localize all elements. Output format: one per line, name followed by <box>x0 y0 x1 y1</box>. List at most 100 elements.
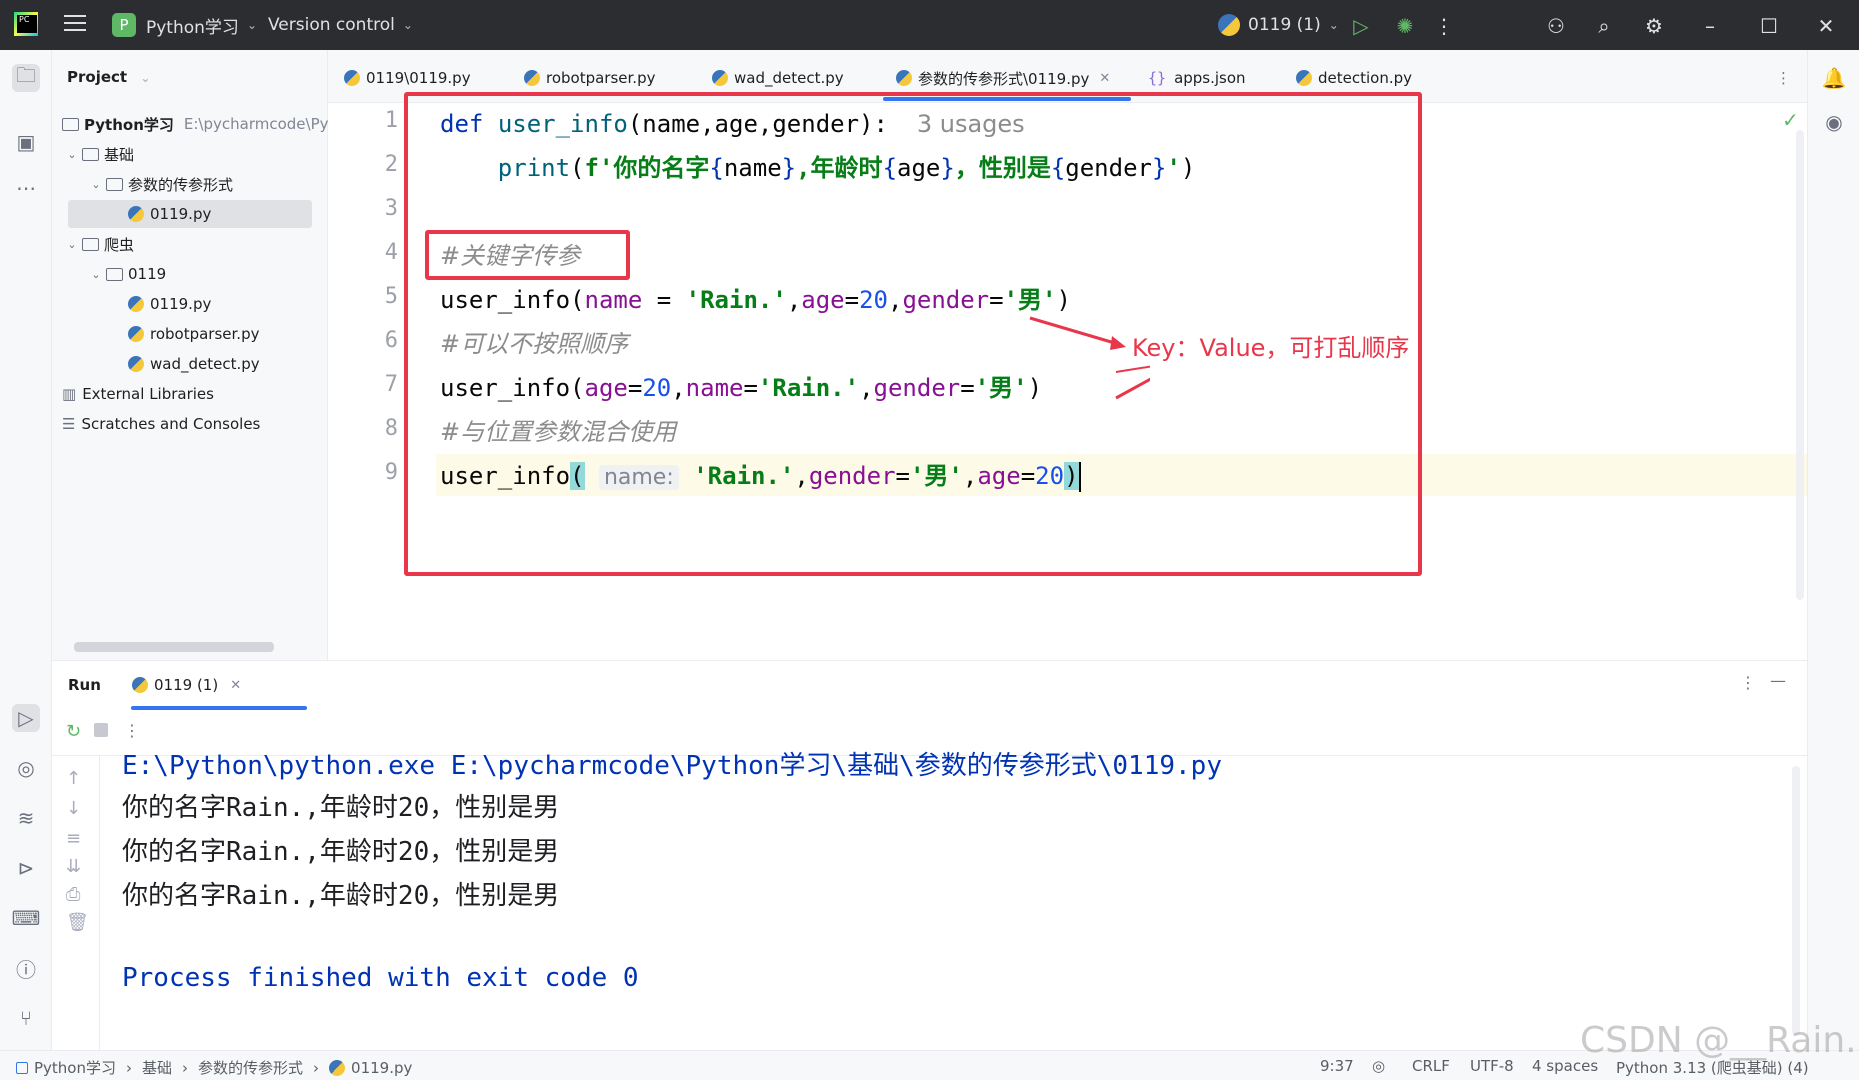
chevron-down-icon: ⌄ <box>1328 18 1339 32</box>
tree-item-robotparser[interactable]: robotparser.py <box>128 320 259 348</box>
add-user-icon[interactable]: ⚇ <box>1542 12 1570 40</box>
ai-assistant-icon[interactable]: ◉ <box>1820 108 1848 136</box>
cursor-position[interactable]: 9:37 <box>1320 1057 1354 1075</box>
run-tool-icon[interactable]: ▷ <box>12 704 40 732</box>
maximize-icon[interactable]: ☐ <box>1755 12 1783 40</box>
tree-item-0119-folder[interactable]: ⌄ 0119 <box>86 260 166 288</box>
line-number: 1 <box>384 108 398 133</box>
tab-wad-detect[interactable]: wad_detect.py <box>712 64 844 92</box>
tree-item-wad-detect[interactable]: wad_detect.py <box>128 350 260 378</box>
breadcrumb-item[interactable]: 0119.py <box>351 1059 412 1077</box>
tab-apps-json[interactable]: {} apps.json <box>1148 64 1246 92</box>
more-icon[interactable]: ⋮ <box>124 721 140 740</box>
run-tab-underline <box>131 706 307 710</box>
console-exit-message: Process finished with exit code 0 <box>122 963 639 993</box>
python-console-icon[interactable]: ◎ <box>12 754 40 782</box>
scroll-to-end-icon[interactable]: ⇊ <box>66 856 81 877</box>
chevron-down-icon: ⌄ <box>402 18 413 32</box>
more-icon[interactable]: ⋮ <box>1430 12 1458 40</box>
run-config-selector[interactable]: 0119 (1) ⌄ <box>1218 0 1339 50</box>
arrow-up-icon[interactable]: ↑ <box>66 768 81 789</box>
python-file-icon <box>128 296 144 312</box>
run-panel-title: Run <box>68 676 101 694</box>
tree-item-pachong[interactable]: ⌄ 爬虫 <box>62 230 134 258</box>
tree-item-0119-selected[interactable]: 0119.py <box>68 200 312 228</box>
chevron-down-icon: ⌄ <box>67 147 77 161</box>
console-scrollbar[interactable] <box>1792 766 1800 1036</box>
json-file-icon: {} <box>1148 69 1167 87</box>
editor-scrollbar[interactable] <box>1796 130 1804 600</box>
structure-icon[interactable]: ▣ <box>12 128 40 156</box>
tree-root[interactable]: Python学习 E:\pycharmcode\Pytl <box>62 110 339 138</box>
more-icon[interactable]: ⋮ <box>1740 673 1756 692</box>
hide-panel-icon[interactable]: — <box>1770 671 1786 690</box>
notifications-bell-icon[interactable]: 🔔 <box>1820 64 1848 92</box>
rerun-icon[interactable]: ↻ <box>66 721 81 742</box>
file-encoding[interactable]: UTF-8 <box>1470 1057 1514 1075</box>
line-separator[interactable]: CRLF <box>1412 1057 1450 1075</box>
python-file-icon <box>896 70 912 86</box>
right-tool-strip: 🔔 ◉ <box>1807 50 1859 1050</box>
stop-icon[interactable] <box>94 723 108 737</box>
tab-params-0119-active[interactable]: 参数的传参形式\0119.py ✕ <box>896 64 1110 92</box>
tab-detection[interactable]: detection.py <box>1296 64 1412 92</box>
inspection-ok-check-icon[interactable]: ✓ <box>1782 108 1799 132</box>
breadcrumb-item[interactable]: 参数的传参形式 <box>198 1057 303 1078</box>
annotation-arrows <box>1029 316 1150 400</box>
tree-root-path: E:\pycharmcode\Pytl <box>183 115 339 133</box>
main-menu-icon[interactable] <box>64 15 86 33</box>
line-number: 4 <box>384 240 398 265</box>
console-output-line: 你的名字Rain.,年龄时20，性别是男 <box>122 837 560 867</box>
run-panel: Run 0119 (1) ✕ ⋮ — ↻ ⋮ ↑ ↓ ≡ ⇊ ⎙ 🗑 E:\Py… <box>52 660 1807 1051</box>
vcs-selector[interactable]: Version control ⌄ <box>268 0 413 50</box>
line-number: 3 <box>384 196 398 221</box>
line-number: 9 <box>384 460 398 485</box>
line-number: 6 <box>384 328 398 353</box>
terminal-icon[interactable]: ⌨ <box>12 904 41 932</box>
project-selector[interactable]: P Python学习 ⌄ <box>112 0 257 50</box>
git-branch-icon[interactable]: ⑂ <box>12 1004 40 1032</box>
scratches-icon: ☰ <box>62 415 76 433</box>
run-tab[interactable]: 0119 (1) ✕ <box>132 676 241 694</box>
arrow-down-icon[interactable]: ↓ <box>66 798 81 819</box>
search-icon[interactable]: ⌕ <box>1590 12 1618 40</box>
horizontal-scrollbar[interactable] <box>74 642 274 652</box>
ai-status-icon[interactable]: ◎ <box>1372 1057 1385 1075</box>
tree-item-0119-py[interactable]: 0119.py <box>128 290 211 318</box>
tabs-more-icon[interactable]: ⋮ <box>1776 64 1791 92</box>
library-icon: ▥ <box>62 385 77 403</box>
tree-item-params-folder[interactable]: ⌄ 参数的传参形式 <box>86 170 233 198</box>
tab-robotparser[interactable]: robotparser.py <box>524 64 655 92</box>
tree-item-scratches[interactable]: ☰ Scratches and Consoles <box>62 410 260 438</box>
line-number: 7 <box>384 372 398 397</box>
close-tab-icon[interactable]: ✕ <box>230 678 241 693</box>
module-icon <box>16 1061 28 1074</box>
debug-icon[interactable]: ✺ <box>1391 12 1419 40</box>
project-panel-header[interactable]: Project ⌄ <box>67 68 150 86</box>
python-file-icon <box>132 677 148 693</box>
line-number: 5 <box>384 284 398 309</box>
problems-icon[interactable]: ⓘ <box>12 954 40 982</box>
close-window-icon[interactable]: ✕ <box>1812 12 1840 40</box>
layers-icon[interactable]: ≋ <box>12 804 40 832</box>
comment-highlight-box <box>425 230 630 280</box>
breadcrumb-item[interactable]: 基础 <box>142 1057 172 1078</box>
breadcrumb-item[interactable]: Python学习 <box>34 1057 116 1078</box>
more-tools-icon[interactable]: ⋯ <box>12 174 40 202</box>
tree-item-jichu[interactable]: ⌄ 基础 <box>62 140 134 168</box>
close-tab-icon[interactable]: ✕ <box>1099 71 1110 86</box>
run-side-toolbar: ↑ ↓ ≡ ⇊ ⎙ 🗑 <box>52 756 100 1051</box>
run-icon[interactable]: ▷ <box>1347 12 1375 40</box>
services-icon[interactable]: ⊳ <box>12 854 40 882</box>
tree-root-name: Python学习 <box>84 115 174 134</box>
project-folder-icon[interactable]: 🗀 <box>12 63 40 92</box>
minimize-icon[interactable]: – <box>1696 12 1724 40</box>
settings-gear-icon[interactable]: ⚙ <box>1640 12 1668 40</box>
tree-item-external-libraries[interactable]: ▥ External Libraries <box>62 380 214 408</box>
left-tool-strip: 🗀 ▣ ⋯ ▷ ◎ ≋ ⊳ ⌨ ⓘ ⑂ <box>0 50 52 1050</box>
print-icon[interactable]: ⎙ <box>66 884 80 905</box>
trash-icon[interactable]: 🗑 <box>66 912 89 933</box>
tab-0119-py[interactable]: 0119\0119.py <box>344 64 471 92</box>
soft-wrap-icon[interactable]: ≡ <box>66 828 81 849</box>
console-output-line: 你的名字Rain.,年龄时20，性别是男 <box>122 793 560 823</box>
